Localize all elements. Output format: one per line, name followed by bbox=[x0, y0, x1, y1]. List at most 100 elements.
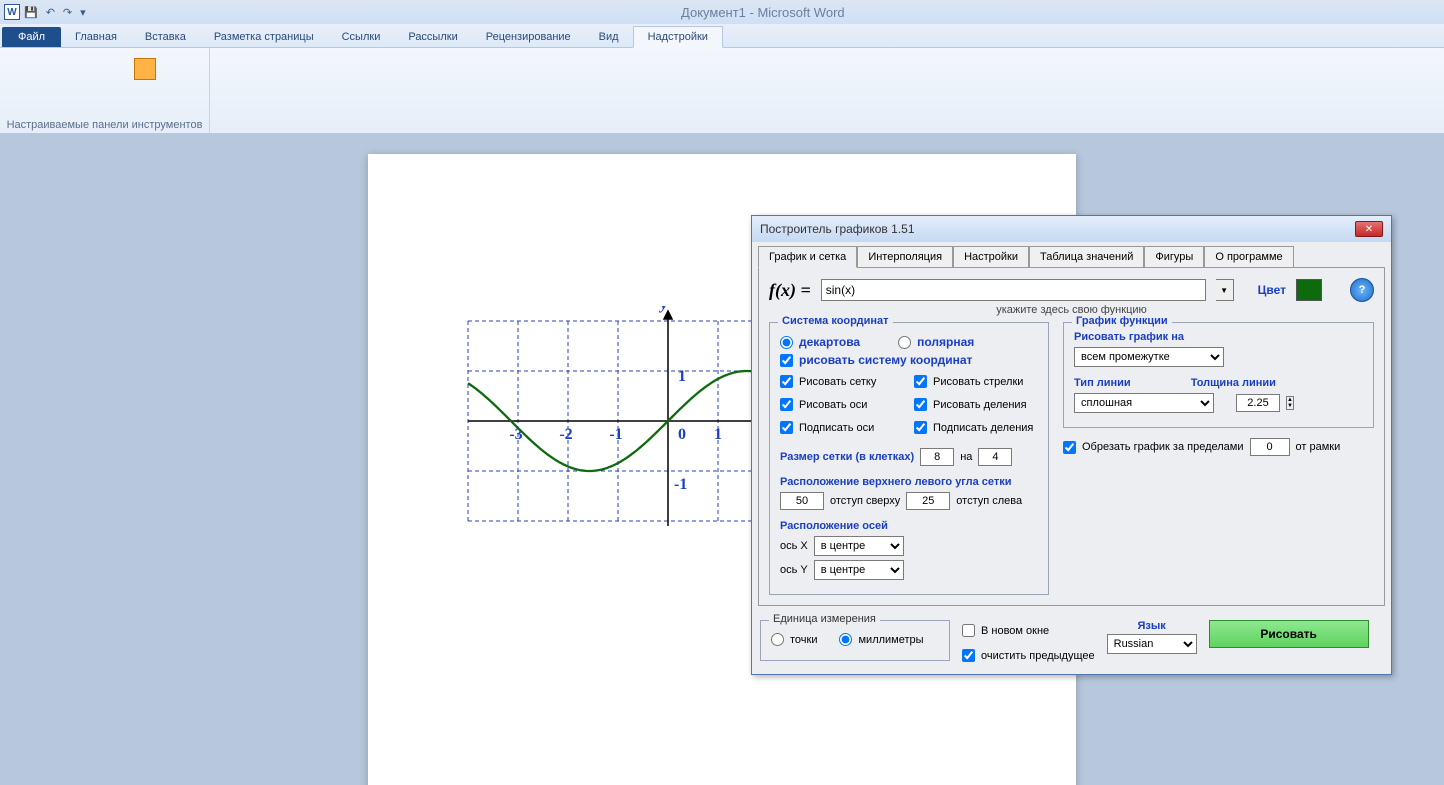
color-picker[interactable] bbox=[1296, 279, 1322, 301]
function-graph-fieldset: График функции Рисовать график на всем п… bbox=[1063, 322, 1374, 428]
grid-by-label: на bbox=[960, 451, 972, 463]
fx-label: f(x) = bbox=[769, 280, 811, 301]
dialog-content: f(x) = ▼ Цвет ? укажите здесь свою функц… bbox=[758, 267, 1385, 606]
units-title: Единица измерения bbox=[769, 613, 880, 625]
func-title: График функции bbox=[1072, 315, 1172, 327]
svg-text:y: y bbox=[658, 306, 668, 313]
tab-file[interactable]: Файл bbox=[2, 27, 61, 47]
chk-draw-axes[interactable] bbox=[780, 398, 793, 411]
dialog-titlebar[interactable]: Построитель графиков 1.51 ✕ bbox=[752, 216, 1391, 242]
function-input[interactable] bbox=[821, 279, 1206, 301]
grid-pos-title: Расположение верхнего левого угла сетки bbox=[780, 476, 1038, 488]
addin-icon[interactable] bbox=[134, 58, 156, 80]
draw-on-select[interactable]: всем промежутке bbox=[1074, 347, 1224, 367]
chk-draw-system[interactable] bbox=[780, 354, 793, 367]
quick-access-toolbar: 💾 ↶ ↷ ▾ bbox=[24, 6, 86, 19]
label-draw-axes: Рисовать оси bbox=[799, 399, 867, 411]
line-type-select[interactable]: сплошная bbox=[1074, 393, 1214, 413]
tab-mailings[interactable]: Рассылки bbox=[394, 27, 471, 47]
label-sign-axes: Подписать оси bbox=[799, 422, 874, 434]
radio-points[interactable] bbox=[771, 633, 784, 646]
dtab-figures[interactable]: Фигуры bbox=[1144, 246, 1204, 268]
radio-polar[interactable] bbox=[898, 336, 911, 349]
svg-text:-1: -1 bbox=[674, 476, 687, 493]
label-cartesian: декартова bbox=[799, 335, 860, 349]
ribbon: Настраиваемые панели инструментов bbox=[0, 48, 1444, 134]
label-draw-arrows: Рисовать стрелки bbox=[933, 376, 1023, 388]
tab-addins[interactable]: Надстройки bbox=[633, 26, 723, 48]
chk-draw-ticks[interactable] bbox=[914, 398, 927, 411]
chk-sign-ticks[interactable] bbox=[914, 421, 927, 434]
svg-text:-2: -2 bbox=[559, 426, 572, 443]
label-draw-grid: Рисовать сетку bbox=[799, 376, 876, 388]
titlebar: W 💾 ↶ ↷ ▾ Документ1 - Microsoft Word bbox=[0, 0, 1444, 24]
dialog-bottom: Единица измерения точки миллиметры В нов… bbox=[752, 612, 1391, 674]
clip-input[interactable] bbox=[1250, 438, 1290, 456]
tab-references[interactable]: Ссылки bbox=[328, 27, 395, 47]
line-width-input[interactable] bbox=[1236, 394, 1280, 412]
label-points: точки bbox=[790, 634, 817, 646]
grid-width-input[interactable] bbox=[920, 448, 954, 466]
chk-draw-grid[interactable] bbox=[780, 375, 793, 388]
dtab-interpolation[interactable]: Интерполяция bbox=[857, 246, 953, 268]
chk-clip[interactable] bbox=[1063, 441, 1076, 454]
axis-y-label: ось Y bbox=[780, 564, 808, 576]
help-button[interactable]: ? bbox=[1350, 278, 1374, 302]
axes-pos-title: Расположение осей bbox=[780, 520, 1038, 532]
svg-text:1: 1 bbox=[714, 426, 722, 443]
redo-icon[interactable]: ↷ bbox=[63, 6, 72, 19]
axis-x-select[interactable]: в центре bbox=[814, 536, 904, 556]
label-new-window: В новом окне bbox=[981, 625, 1049, 637]
draw-button[interactable]: Рисовать bbox=[1209, 620, 1369, 648]
svg-text:-3: -3 bbox=[509, 426, 522, 443]
grid-height-input[interactable] bbox=[978, 448, 1012, 466]
dtab-graph-grid[interactable]: График и сетка bbox=[758, 246, 857, 268]
grid-size-label: Размер сетки (в клетках) bbox=[780, 451, 914, 463]
axis-y-select[interactable]: в центре bbox=[814, 560, 904, 580]
radio-mm[interactable] bbox=[839, 633, 852, 646]
coord-title: Система координат bbox=[778, 315, 893, 327]
clip-suffix: от рамки bbox=[1296, 441, 1341, 453]
radio-cartesian[interactable] bbox=[780, 336, 793, 349]
clip-label: Обрезать график за пределами bbox=[1082, 441, 1244, 453]
line-type-label: Тип линии bbox=[1074, 377, 1131, 389]
coord-system-fieldset: Система координат декартова полярная рис… bbox=[769, 322, 1049, 595]
label-polar: полярная bbox=[917, 335, 974, 349]
ribbon-group-label: Настраиваемые панели инструментов bbox=[0, 119, 209, 131]
units-fieldset: Единица измерения точки миллиметры bbox=[760, 620, 950, 661]
close-button[interactable]: ✕ bbox=[1355, 221, 1383, 237]
draw-on-label: Рисовать график на bbox=[1074, 331, 1363, 343]
dtab-about[interactable]: О программе bbox=[1204, 246, 1293, 268]
undo-icon[interactable]: ↶ bbox=[46, 6, 55, 19]
tab-review[interactable]: Рецензирование bbox=[472, 27, 585, 47]
chk-clear-prev[interactable] bbox=[962, 649, 975, 662]
function-dropdown[interactable]: ▼ bbox=[1216, 279, 1234, 301]
dtab-settings[interactable]: Настройки bbox=[953, 246, 1029, 268]
dtab-value-table[interactable]: Таблица значений bbox=[1029, 246, 1144, 268]
chk-draw-arrows[interactable] bbox=[914, 375, 927, 388]
label-clear-prev: очистить предыдущее bbox=[981, 650, 1095, 662]
lang-select[interactable]: Russian bbox=[1107, 634, 1197, 654]
word-icon: W bbox=[4, 4, 20, 20]
dialog-title-text: Построитель графиков 1.51 bbox=[760, 222, 915, 236]
axis-x-label: ось X bbox=[780, 540, 808, 552]
chk-new-window[interactable] bbox=[962, 624, 975, 637]
left-offset-input[interactable] bbox=[906, 492, 950, 510]
svg-text:1: 1 bbox=[678, 368, 686, 385]
tab-insert[interactable]: Вставка bbox=[131, 27, 200, 47]
chk-sign-axes[interactable] bbox=[780, 421, 793, 434]
dialog-tabs: График и сетка Интерполяция Настройки Та… bbox=[752, 242, 1391, 268]
save-icon[interactable]: 💾 bbox=[24, 6, 38, 19]
spinner-icon[interactable]: ▲▼ bbox=[1286, 396, 1294, 410]
window-title: Документ1 - Microsoft Word bbox=[86, 5, 1440, 20]
tab-home[interactable]: Главная bbox=[61, 27, 131, 47]
top-offset-input[interactable] bbox=[780, 492, 824, 510]
line-width-label: Толщина линии bbox=[1191, 377, 1276, 389]
lang-label: Язык bbox=[1137, 620, 1165, 632]
tab-view[interactable]: Вид bbox=[585, 27, 633, 47]
label-mm: миллиметры bbox=[858, 634, 923, 646]
color-label: Цвет bbox=[1258, 283, 1286, 297]
top-offset-label: отступ сверху bbox=[830, 495, 900, 507]
ribbon-group-custom-toolbars: Настраиваемые панели инструментов bbox=[0, 48, 210, 133]
tab-layout[interactable]: Разметка страницы bbox=[200, 27, 328, 47]
